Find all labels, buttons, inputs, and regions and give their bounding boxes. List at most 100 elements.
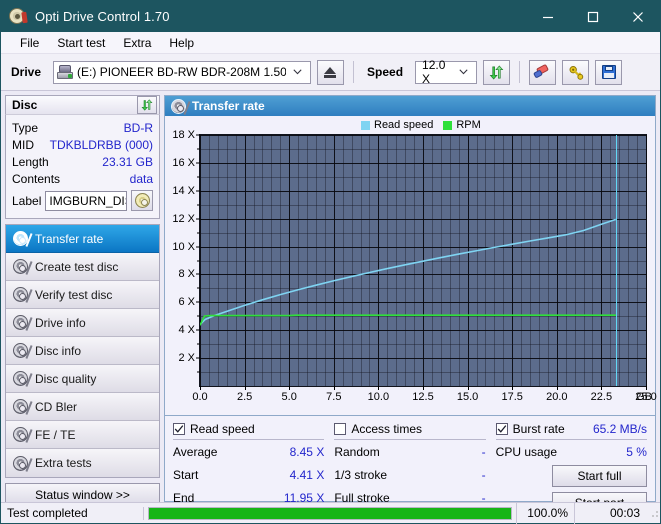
- speed-label: Speed: [367, 65, 404, 79]
- refresh-icon: [489, 64, 504, 80]
- disc-icon: [13, 427, 33, 443]
- disc-mid-label: MID: [12, 137, 34, 152]
- result-row-average: Average 8.45 X: [173, 440, 324, 463]
- sidebar-item-fe-te[interactable]: FE / TE: [6, 421, 159, 449]
- eject-button[interactable]: [317, 59, 345, 85]
- x-tick-mark: [289, 386, 291, 390]
- menu-file[interactable]: File: [11, 34, 48, 52]
- read-speed-title: Read speed: [190, 422, 255, 436]
- menu-bar: File Start test Extra Help: [1, 32, 660, 54]
- toolbar-divider: [353, 61, 355, 83]
- x-tick-label: 2.5: [236, 391, 253, 403]
- drive-label: Drive: [11, 65, 42, 79]
- app-disc-icon: [9, 8, 28, 25]
- refresh-icon: [141, 99, 153, 111]
- burst-rate-checkbox[interactable]: [495, 423, 508, 435]
- disc-icon: [13, 371, 33, 387]
- status-message: Test completed: [7, 506, 88, 520]
- start-value: 4.41 X: [289, 467, 325, 482]
- y-tick-label: 4 X: [178, 324, 195, 337]
- window-title: Opti Drive Control 1.70: [35, 9, 170, 24]
- result-row-third-stroke: 1/3 stroke -: [334, 463, 485, 486]
- legend-item-rpm: RPM: [443, 119, 481, 131]
- x-tick-label: 20.0: [546, 391, 568, 403]
- save-button[interactable]: [595, 59, 623, 85]
- drive-select[interactable]: (E:) PIONEER BD-RW BDR-208M 1.50: [53, 60, 312, 84]
- third-stroke-value: -: [481, 467, 486, 482]
- results-grid: Read speed Average 8.45 X Start 4.41 X E…: [173, 422, 647, 514]
- access-times-title: Access times: [351, 422, 423, 436]
- sidebar-item-label: Create test disc: [35, 259, 119, 274]
- read-speed-checkbox[interactable]: [173, 423, 185, 435]
- legend-label: Read speed: [374, 119, 434, 131]
- minimize-icon[interactable]: [525, 1, 570, 32]
- y-tick-label: 2 X: [178, 352, 195, 365]
- results-col-burst-rate: Burst rate 65.2 MB/s CPU usage 5 % Start…: [495, 422, 647, 514]
- access-times-header: Access times: [334, 422, 486, 440]
- y-tick-label: 10 X: [172, 240, 195, 253]
- erase-button[interactable]: [529, 59, 557, 85]
- disc-label-button[interactable]: [131, 190, 153, 211]
- disc-panel-title: Disc: [12, 98, 38, 112]
- resize-grip-icon[interactable]: [648, 507, 660, 519]
- sidebar-item-disc-info[interactable]: Disc info: [6, 337, 159, 365]
- eraser-icon: [533, 63, 551, 79]
- legend-item-read-speed: Read speed: [361, 119, 433, 131]
- eject-icon: [324, 66, 337, 78]
- x-tick-mark: [423, 386, 424, 390]
- chart-x-unit-label: GB: [636, 391, 652, 403]
- read-speed-header: Read speed: [173, 422, 325, 440]
- y-tick-label: 18 X: [172, 129, 195, 141]
- third-stroke-label: 1/3 stroke: [334, 467, 388, 482]
- menu-help[interactable]: Help: [160, 34, 203, 52]
- sidebar-item-label: Extra tests: [35, 456, 92, 470]
- maximize-icon[interactable]: [570, 1, 615, 32]
- sidebar-item-disc-quality[interactable]: Disc quality: [6, 365, 159, 393]
- x-tick-mark: [467, 386, 469, 390]
- access-times-checkbox[interactable]: [334, 423, 347, 435]
- y-tick-label: 6 X: [178, 296, 195, 309]
- start-full-button[interactable]: Start full: [551, 465, 647, 487]
- result-row-random: Random -: [334, 440, 485, 463]
- sidebar-item-transfer-rate[interactable]: Transfer rate: [6, 225, 159, 253]
- average-value: 8.45 X: [289, 444, 325, 459]
- disc-contents-label: Contents: [12, 171, 61, 186]
- close-icon[interactable]: [615, 1, 660, 32]
- sidebar-item-label: CD Bler: [35, 399, 78, 414]
- x-tick-label: 12.5: [412, 391, 434, 403]
- sidebar-item-create-test-disc[interactable]: Create test disc: [6, 253, 159, 281]
- sidebar-item-drive-info[interactable]: Drive info: [6, 309, 159, 337]
- disc-type-value: BD-R: [123, 120, 153, 135]
- y-tick-label: 16 X: [172, 156, 195, 169]
- sidebar-item-label: FE / TE: [35, 427, 76, 442]
- x-tick-mark: [378, 386, 380, 390]
- key-button[interactable]: [562, 59, 590, 85]
- sidebar-item-verify-test-disc[interactable]: Verify test disc: [6, 281, 159, 309]
- toolbar: Drive (E:) PIONEER BD-RW BDR-208M 1.50 S…: [1, 54, 660, 91]
- burst-rate-value: 65.2 MB/s: [592, 422, 647, 436]
- y-tick-label: 8 X: [178, 268, 195, 281]
- x-tick-label: 10.0: [367, 391, 390, 403]
- disc-label-input[interactable]: IMGBURN_DIS: [45, 190, 127, 211]
- legend-swatch: [361, 120, 370, 130]
- legend-label: RPM: [456, 119, 481, 131]
- disc-icon: [13, 287, 33, 303]
- menu-extra[interactable]: Extra: [114, 34, 160, 52]
- x-tick-mark: [646, 386, 647, 390]
- speed-select[interactable]: 12.0 X: [415, 58, 478, 86]
- disc-icon: [13, 231, 33, 247]
- disc-icon: [13, 343, 33, 359]
- disc-icon: [171, 98, 191, 115]
- chart-header: Transfer rate: [165, 96, 655, 116]
- disc-refresh-button[interactable]: [137, 96, 157, 114]
- results-panel: Read speed Average 8.45 X Start 4.41 X E…: [164, 416, 656, 514]
- y-tick-label: 14 X: [172, 184, 195, 197]
- sidebar-item-extra-tests[interactable]: Extra tests: [6, 449, 159, 477]
- results-col-access-times: Access times Random - 1/3 stroke - Full …: [334, 422, 486, 514]
- title-bar: Opti Drive Control 1.70: [1, 1, 660, 32]
- refresh-button[interactable]: [483, 59, 511, 85]
- sidebar-item-cd-bler[interactable]: CD Bler: [6, 393, 159, 421]
- left-sidebar: Disc Type BD-R MID TDKBLDRBB (000) Lengt…: [5, 95, 160, 506]
- menu-start-test[interactable]: Start test: [48, 34, 114, 52]
- x-tick-label: 17.5: [501, 391, 523, 403]
